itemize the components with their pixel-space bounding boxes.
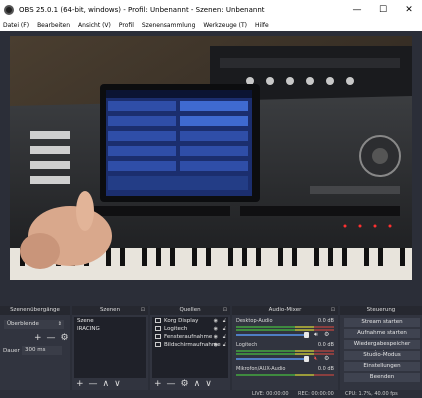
rec-time: REC: 00:00:00 [298,391,334,397]
lock-icon[interactable]: 🔓︎ [223,341,226,349]
lock-icon[interactable]: 🔓︎ [223,317,226,325]
obs-logo-icon [4,4,14,15]
volume-fader-knob[interactable] [304,356,309,362]
scene-item[interactable]: Szene [74,317,146,325]
gear-icon[interactable]: ⚙ [61,333,69,343]
sources-panel: Quellen ⊡ Korg Display ◉ 🔓︎ Logitech ◉ 🔓︎ … [150,306,230,390]
title-bar: OBS 25.0.1 (64-bit, windows) - Profil: U… [0,0,422,19]
mixer-channel-desktop: Desktop-Audio 0.0 dB 🔊︎ ⚙ [236,318,334,339]
menu-file[interactable]: Datei (F) [3,22,29,29]
mixer-channel-logitech: Logitech 0.0 dB 🔇︎ ⚙ [236,342,334,363]
remove-scene-button[interactable]: — [89,379,98,389]
menu-help[interactable]: Hilfe [255,22,269,29]
speaker-muted-icon[interactable]: 🔇︎ [314,355,318,363]
menu-profile[interactable]: Profil [119,22,134,29]
transition-select[interactable]: Überblende ⇕ [4,320,64,329]
volume-fader[interactable] [236,358,308,360]
duration-label: Dauer [3,348,20,354]
menu-tools[interactable]: Werkzeuge (T) [203,22,247,29]
sources-toolbar: + — ⚙ ∧ ∨ [154,379,212,389]
status-bar: LIVE: 00:00:00 REC: 00:00:00 CPU: 1.7%, … [0,390,422,398]
gear-icon[interactable]: ⚙ [181,379,189,389]
image-source-icon [155,318,161,323]
menu-scene-collection[interactable]: Szenensammlung [142,22,196,29]
dock-area: Szenenübergänge Überblende ⇕ + — ⚙ Dauer… [0,306,422,398]
eye-icon[interactable]: ◉ [214,317,218,325]
audio-mixer-panel: Audio-Mixer ⊡ Desktop-Audio 0.0 dB 🔊︎ ⚙ … [232,306,338,390]
scenes-toolbar: + — ∧ ∨ [76,379,121,389]
maximize-button[interactable]: ☐ [370,0,396,19]
scenes-title: Szenen ⊡ [72,306,148,315]
source-item[interactable]: Fensteraufnahme ◉ 🔓︎ [152,333,228,341]
eye-icon[interactable]: ◉ [214,333,218,341]
keyboard-scene-image [10,36,412,280]
gear-icon[interactable]: ⚙ [324,331,329,338]
transitions-panel: Szenenübergänge Überblende ⇕ + — ⚙ Dauer… [0,306,70,390]
spinner-icon: ⇕ [57,321,62,327]
menu-bar: Datei (F) Bearbeiten Ansicht (V) Profil … [0,19,422,31]
window-title: OBS 25.0.1 (64-bit, windows) - Profil: U… [19,5,265,14]
lock-icon[interactable]: 🔓︎ [223,325,226,333]
menu-edit[interactable]: Bearbeiten [37,22,70,29]
transitions-title: Szenenübergänge [0,306,70,315]
scenes-panel: Szenen ⊡ Szene IRACING + — ∧ ∨ [72,306,148,390]
eye-icon[interactable]: ◉ [214,325,218,333]
remove-source-button[interactable]: — [167,379,176,389]
eye-icon[interactable]: ◉ [214,341,218,349]
start-stream-button[interactable]: Stream starten [344,318,420,327]
source-item[interactable]: Korg Display ◉ 🔓︎ [152,317,228,325]
mixer-title: Audio-Mixer ⊡ [232,306,338,315]
source-up-button[interactable]: ∧ [194,379,201,389]
remove-transition-button[interactable]: — [47,333,56,343]
level-meter [236,350,334,352]
window-source-icon [155,334,161,339]
scenes-list: Szene IRACING [74,317,146,378]
start-recording-button[interactable]: Aufnahme starten [344,329,420,338]
level-meter [236,374,334,376]
controls-panel: Steuerung Stream starten Aufnahme starte… [340,306,422,390]
scene-item[interactable]: IRACING [74,325,146,333]
start-replay-buffer-button[interactable]: Wiedergabespeicher starten [344,340,420,356]
camera-source-icon [155,326,161,331]
cpu-usage: CPU: 1.7%, 40.00 fps [345,391,398,397]
controls-title: Steuerung [340,306,422,315]
exit-button[interactable]: Beenden [344,373,420,382]
scene-up-button[interactable]: ∧ [103,379,110,389]
level-meter [236,329,334,331]
mixer-channels: Desktop-Audio 0.0 dB 🔊︎ ⚙ Logitech 0.0 d… [232,317,338,389]
transition-tools: + — ⚙ [34,333,69,343]
source-item[interactable]: Logitech ◉ 🔓︎ [152,325,228,333]
mixer-channel-mic: Mikrofon/AUX-Audio 0.0 dB [234,365,336,389]
live-time: LIVE: 00:00:00 [252,391,289,397]
preview-canvas[interactable] [10,36,412,280]
lock-icon[interactable]: 🔓︎ [223,333,226,341]
menu-view[interactable]: Ansicht (V) [78,22,111,29]
pin-icon[interactable]: ⊡ [223,306,227,315]
sources-list: Korg Display ◉ 🔓︎ Logitech ◉ 🔓︎ Fensterauf… [152,317,228,378]
minimize-button[interactable]: — [344,0,370,19]
settings-button[interactable]: Einstellungen [344,362,420,371]
pin-icon[interactable]: ⊡ [141,306,145,315]
source-down-button[interactable]: ∨ [205,379,212,389]
add-transition-button[interactable]: + [34,333,42,343]
source-item[interactable]: Bildschirmaufnahme ◉ 🔓︎ [152,341,228,349]
scene-down-button[interactable]: ∨ [114,379,121,389]
speaker-icon[interactable]: 🔊︎ [314,331,318,339]
gear-icon[interactable]: ⚙ [324,355,329,362]
window-controls: — ☐ ✕ [344,0,422,19]
volume-fader-knob[interactable] [304,332,309,338]
studio-mode-button[interactable]: Studio-Modus [344,351,420,360]
duration-field[interactable]: 300 ms [22,346,62,355]
monitor-source-icon [155,342,161,347]
volume-fader[interactable] [236,334,308,336]
sources-title: Quellen ⊡ [150,306,230,315]
level-meter [236,326,334,328]
pin-icon[interactable]: ⊡ [331,306,335,315]
obs-window: OBS 25.0.1 (64-bit, windows) - Profil: U… [0,0,422,398]
add-scene-button[interactable]: + [76,379,84,389]
close-button[interactable]: ✕ [396,0,422,19]
level-meter [236,353,334,355]
add-source-button[interactable]: + [154,379,162,389]
